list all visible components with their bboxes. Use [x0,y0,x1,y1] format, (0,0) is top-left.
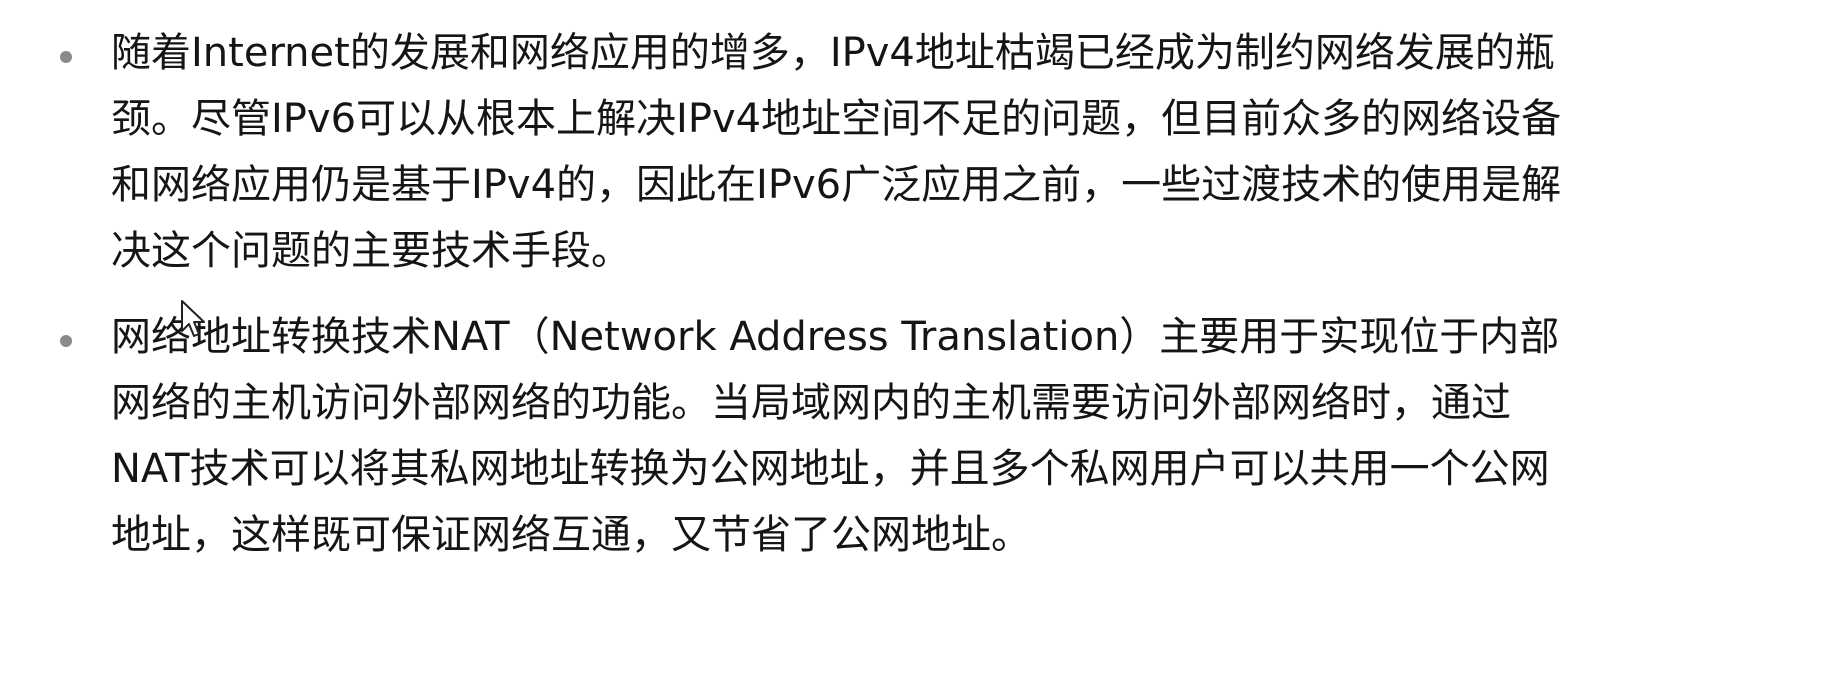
bullet-list: 随着Internet的发展和网络应用的增多，IPv4地址枯竭已经成为制约网络发展… [60,20,1561,588]
paragraph-line: 网络地址转换技术NAT（Network Address Translation）… [111,314,1560,360]
paragraph-line: 颈。尽管IPv6可以从根本上解决IPv4地址空间不足的问题，但目前众多的网络设备 [111,96,1562,142]
paragraph-line: 地址，这样既可保证网络互通，又节省了公网地址。 [111,512,1031,558]
slide-content: 随着Internet的发展和网络应用的增多，IPv4地址枯竭已经成为制约网络发展… [0,0,1833,699]
paragraph-line: 决这个问题的主要技术手段。 [111,228,631,274]
bullet-item-nat: 网络地址转换技术NAT（Network Address Translation）… [60,304,1561,568]
mouse-pointer-icon [181,300,205,337]
bullet-icon [60,51,72,63]
paragraph-line: NAT技术可以将其私网地址转换为公网地址，并且多个私网用户可以共用一个公网 [111,446,1550,492]
bullet-item-ipv4-exhaustion: 随着Internet的发展和网络应用的增多，IPv4地址枯竭已经成为制约网络发展… [60,20,1561,284]
bullet-icon [60,335,72,347]
paragraph-line: 和网络应用仍是基于IPv4的，因此在IPv6广泛应用之前，一些过渡技术的使用是解 [111,162,1562,208]
paragraph-line: 网络的主机访问外部网络的功能。当局域网内的主机需要访问外部网络时，通过 [111,380,1511,426]
paragraph-line: 随着Internet的发展和网络应用的增多，IPv4地址枯竭已经成为制约网络发展… [111,30,1555,76]
